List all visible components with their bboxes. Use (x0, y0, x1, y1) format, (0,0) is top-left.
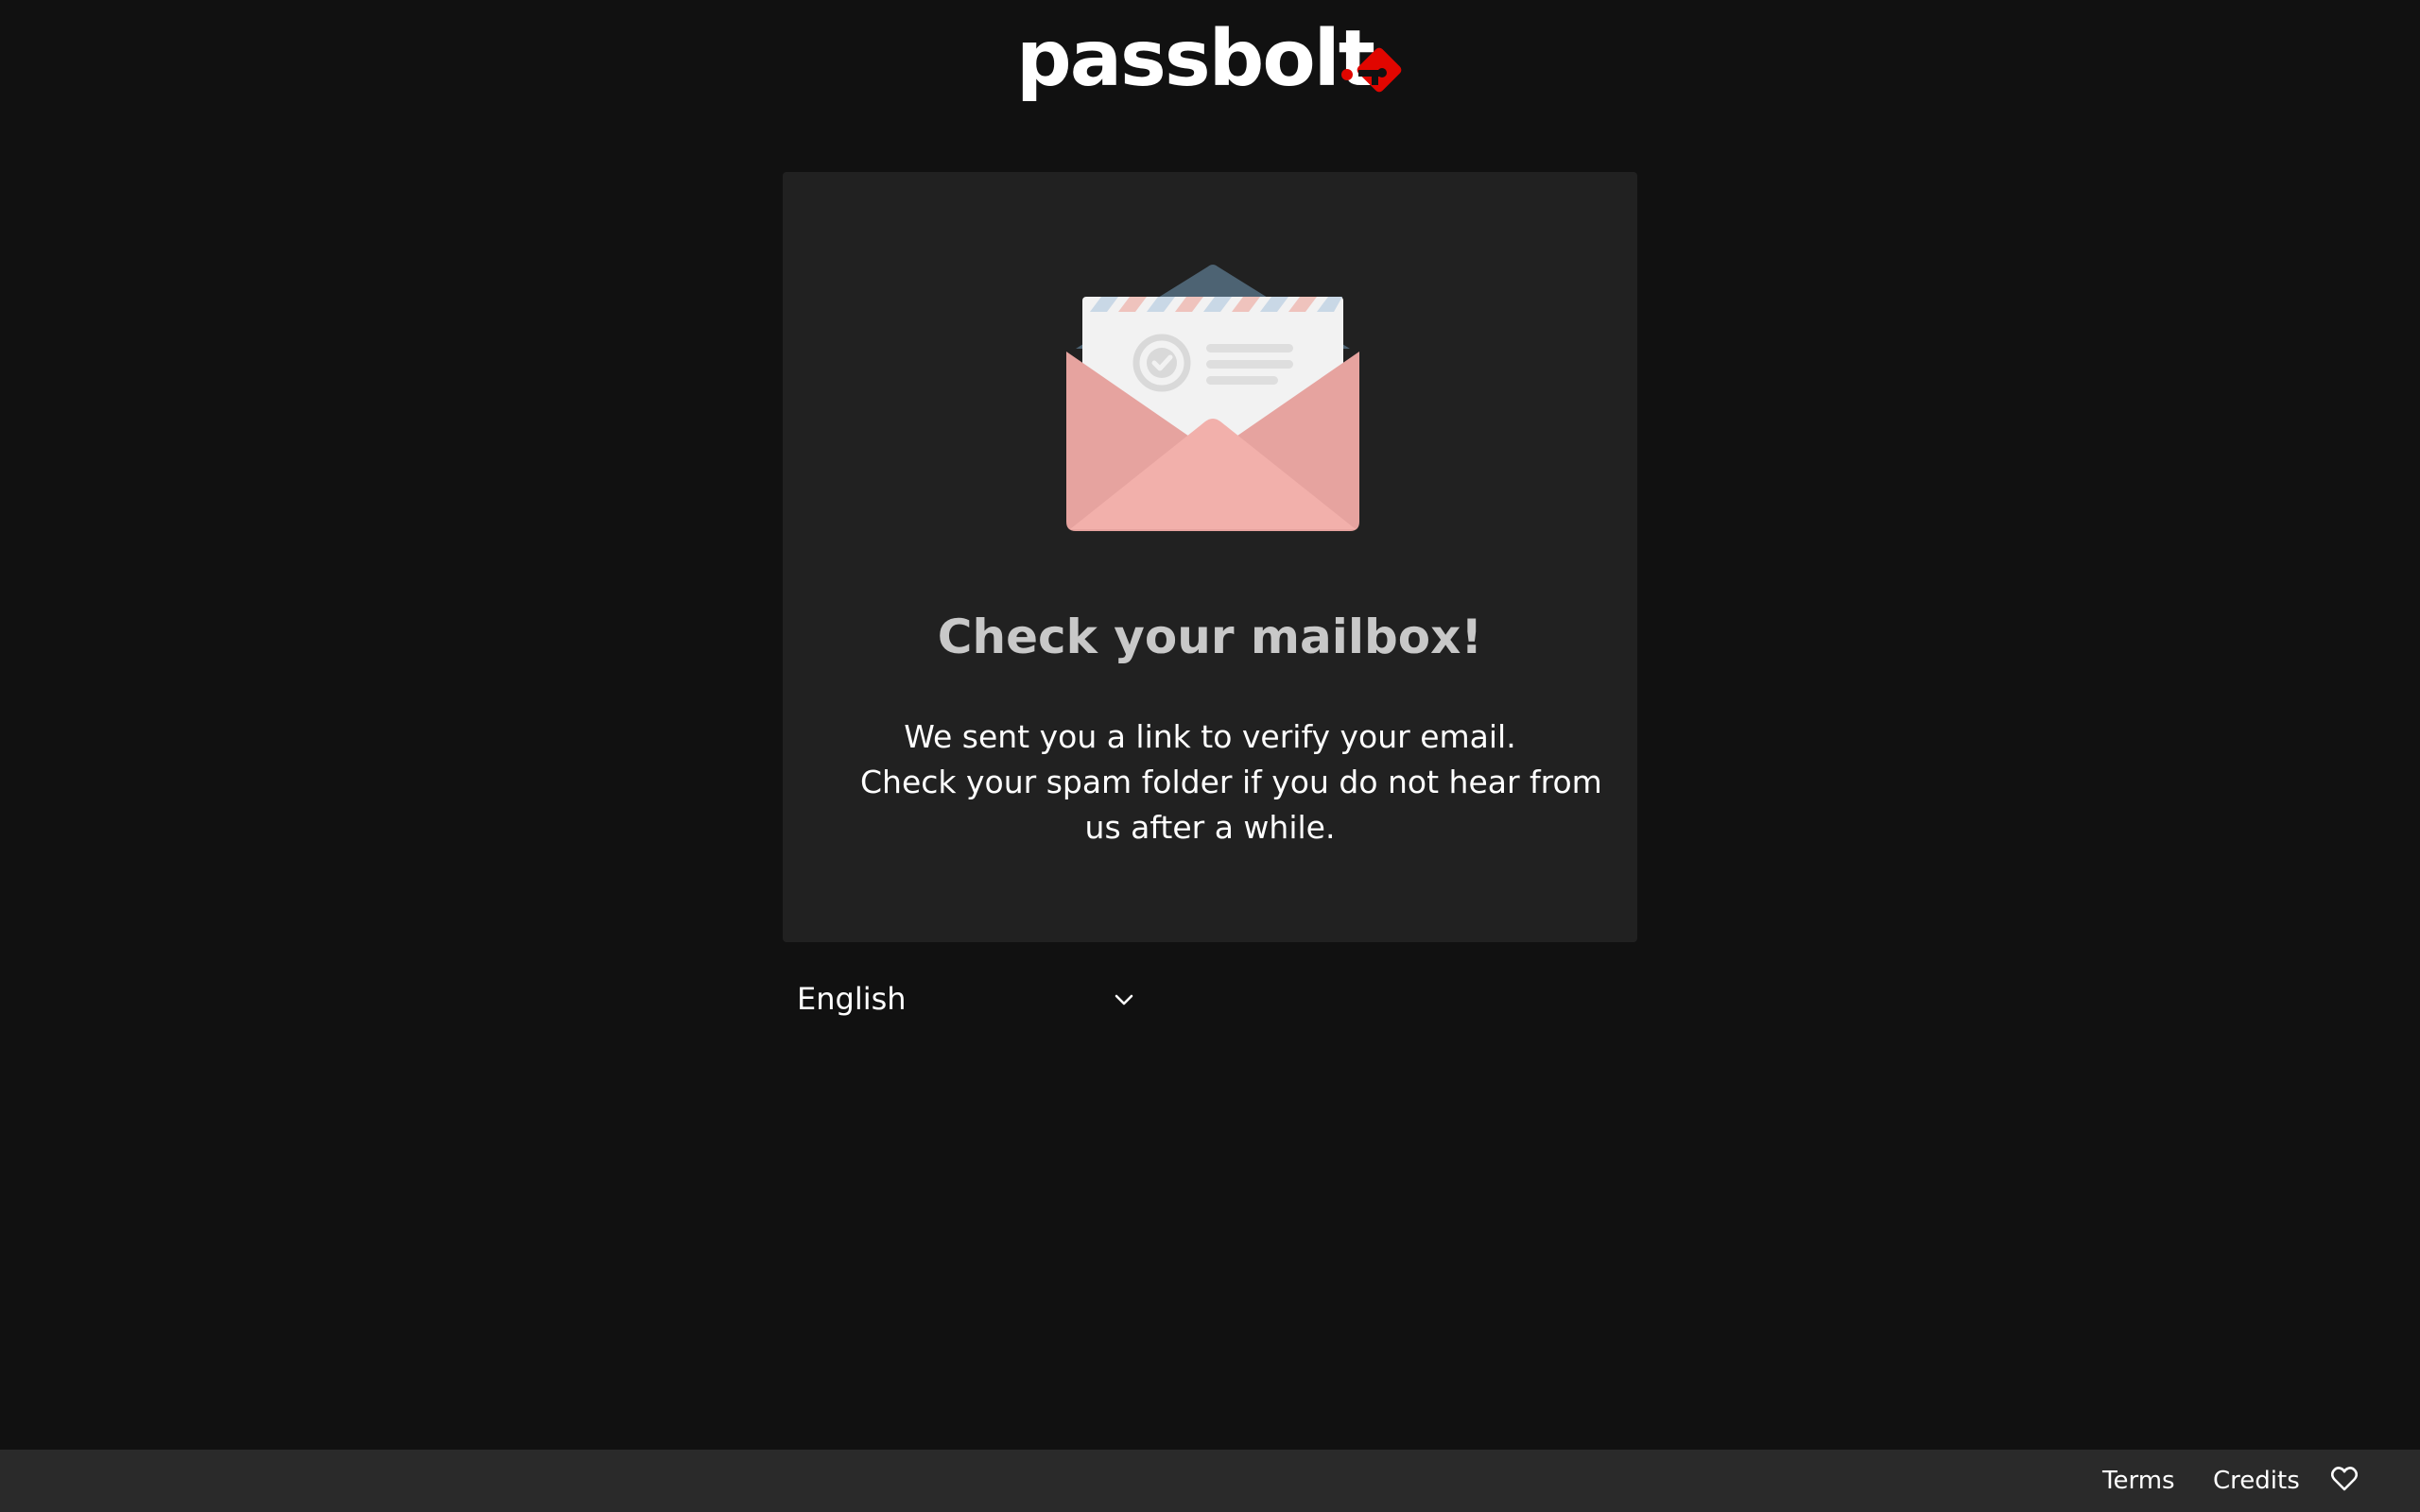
passbolt-key-icon (1341, 47, 1402, 93)
confirmation-card: Check your mailbox! We sent you a link t… (783, 172, 1637, 942)
card-message-line: We sent you a link to verify your email. (904, 718, 1516, 755)
card-message: We sent you a link to verify your email.… (860, 714, 1602, 850)
card-message-line: us after a while. (1084, 809, 1336, 846)
card-message-line: Check your spam folder if you do not hea… (860, 764, 1602, 800)
credits-link[interactable]: Credits (2213, 1467, 2300, 1495)
footer: Terms Credits (0, 1450, 2420, 1512)
chevron-down-icon (1115, 994, 1133, 1005)
heart-icon[interactable] (2331, 1467, 2358, 1491)
passbolt-logo: passbolt (1016, 21, 1404, 115)
page: passbolt Check your mailbox! We sent you… (0, 0, 2420, 1512)
envelope-icon (1066, 265, 1359, 531)
terms-link[interactable]: Terms (2102, 1467, 2175, 1495)
language-select[interactable]: English (797, 975, 1147, 1024)
card-title: Check your mailbox! (937, 610, 1483, 664)
logo-text: passbolt (1016, 14, 1375, 104)
language-select-value: English (797, 981, 907, 1017)
